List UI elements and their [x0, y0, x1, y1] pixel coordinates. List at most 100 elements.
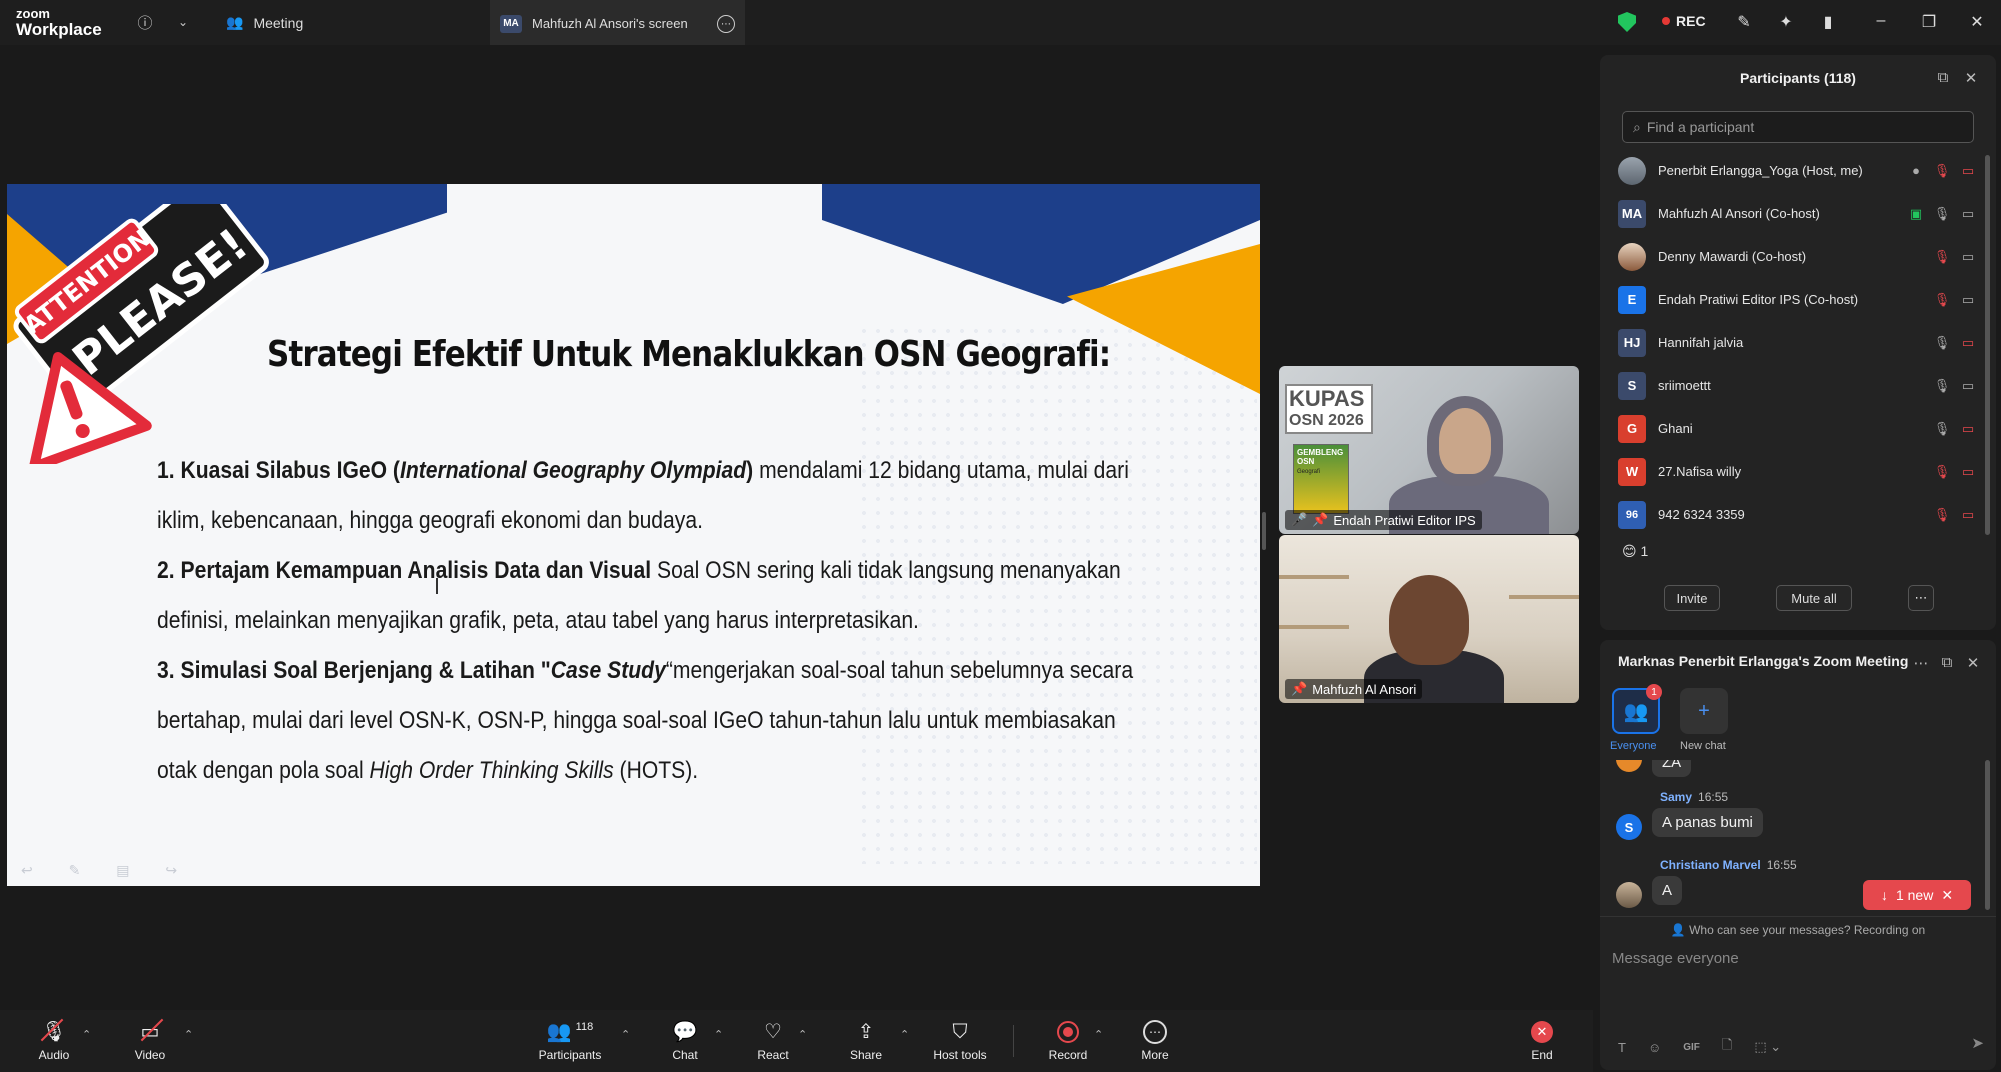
close-icon[interactable]: ✕	[1967, 12, 1987, 32]
video-off-icon[interactable]: ▭	[1958, 421, 1978, 437]
slide-nav-controls[interactable]: ↩ ✎ ▤ ↪	[21, 862, 193, 879]
participant-row[interactable]: G Ghani 🎙 ▭	[1618, 407, 1978, 450]
more-button[interactable]: ⋯ More	[1115, 1018, 1195, 1068]
participants-label: Participants	[538, 1048, 602, 1062]
participant-row[interactable]: E Endah Pratiwi Editor IPS (Co-host) 🎙 ▭	[1618, 278, 1978, 321]
tab-shared-screen[interactable]: MA Mahfuzh Al Ansori's screen ⋯	[490, 0, 745, 45]
end-icon: ✕	[1531, 1021, 1553, 1043]
react-button[interactable]: ♡ React	[733, 1018, 813, 1068]
video-tile-mahfuzh[interactable]: 📌 Mahfuzh Al Ansori	[1279, 535, 1579, 703]
split-resize-handle[interactable]	[1262, 512, 1266, 550]
smile-emoji-icon: 😊	[1622, 543, 1637, 559]
annotate-pen-icon[interactable]: ✎	[1734, 12, 1754, 32]
video-name: Mahfuzh Al Ansori	[1312, 681, 1417, 697]
tab-meeting-label: Meeting	[253, 14, 304, 31]
ai-companion-icon[interactable]: ✦	[1776, 12, 1796, 32]
screenshot-icon[interactable]: ⬚ ⌄	[1754, 1039, 1781, 1055]
participants-options-caret[interactable]: ⌃	[621, 1028, 630, 1041]
new-messages-pill[interactable]: ↓ 1 new ✕	[1863, 880, 1971, 910]
video-tile-endah[interactable]: KUPAS OSN 2026 GEMBLENG OSN Geografi 🎤 📌 En…	[1279, 366, 1579, 534]
video-off-icon[interactable]: ▭	[1958, 464, 1978, 480]
more-options-icon[interactable]: ⋯	[717, 15, 735, 33]
participant-row[interactable]: Penerbit Erlangga_Yoga (Host, me) ● 🎙 ▭	[1618, 149, 1978, 192]
shelf-decor	[1279, 625, 1349, 629]
view-layout-icon[interactable]: ▮	[1818, 12, 1838, 32]
share-button[interactable]: ⇪ Share	[826, 1018, 906, 1068]
mic-icon[interactable]: 🎙	[1932, 421, 1952, 437]
kupas-osn-banner: KUPAS OSN 2026	[1285, 384, 1373, 434]
video-icon[interactable]: ▭	[1958, 206, 1978, 222]
chat-privacy-notice[interactable]: 👤 Who can see your messages? Recording o…	[1600, 916, 1996, 937]
chat-scrollbar[interactable]	[1985, 760, 1990, 910]
react-options-caret[interactable]: ⌃	[798, 1028, 807, 1041]
record-button[interactable]: Record	[1028, 1018, 1108, 1068]
participant-row[interactable]: 96 942 6324 3359 🎙 ▭	[1618, 493, 1978, 536]
host-tools-button[interactable]: ⛉ Host tools	[919, 1018, 1001, 1068]
item-1-bold: Kuasai Silabus IGeO (	[180, 457, 400, 484]
audio-options-caret[interactable]: ⌃	[82, 1028, 91, 1041]
video-button[interactable]: ▭ Video	[110, 1018, 190, 1068]
mic-icon[interactable]: 🎙	[1932, 378, 1952, 394]
mic-muted-icon[interactable]: 🎙	[1932, 292, 1952, 308]
participant-row[interactable]: MA Mahfuzh Al Ansori (Co-host) ▣ 🎙 ▭	[1618, 192, 1978, 235]
chat-button[interactable]: 💬 Chat	[645, 1018, 725, 1068]
tab-new-chat[interactable]: +	[1680, 688, 1728, 734]
share-label: Share	[849, 1048, 883, 1062]
video-options-caret[interactable]: ⌃	[184, 1028, 193, 1041]
video-icon[interactable]: ▭	[1958, 378, 1978, 394]
mic-icon[interactable]: 🎙	[1932, 335, 1952, 351]
participant-row[interactable]: S sriimoettt 🎙 ▭	[1618, 364, 1978, 407]
video-off-icon[interactable]: ▭	[1958, 507, 1978, 523]
file-icon[interactable]: 🗋	[1722, 1036, 1732, 1058]
invite-button[interactable]: Invite	[1664, 585, 1720, 611]
participant-row[interactable]: HJ Hannifah jalvia 🎙 ▭	[1618, 321, 1978, 364]
mic-muted-icon[interactable]: 🎙	[1932, 249, 1952, 265]
mic-icon[interactable]: 🎙	[1932, 206, 1952, 222]
chat-options-caret[interactable]: ⌃	[714, 1028, 723, 1041]
message-time: 16:55	[1698, 790, 1729, 804]
chat-panel: Marknas Penerbit Erlangga's Zoom Meeting…	[1600, 640, 1996, 1070]
participant-row[interactable]: Denny Mawardi (Co-host) 🎙 ▭	[1618, 235, 1978, 278]
pop-out-icon[interactable]: ⧉	[1934, 69, 1952, 86]
share-options-caret[interactable]: ⌃	[900, 1028, 909, 1041]
participants-scrollbar[interactable]	[1985, 155, 1990, 535]
send-icon[interactable]: ➤	[1971, 1034, 1984, 1052]
minimize-icon[interactable]: –	[1871, 12, 1891, 30]
book-subtitle: Geografi	[1297, 469, 1321, 475]
info-icon[interactable]: ⓘ	[133, 10, 157, 34]
pop-out-icon[interactable]: ⧉	[1938, 654, 1956, 671]
tab-meeting[interactable]: 👥 Meeting	[226, 0, 476, 45]
record-options-caret[interactable]: ⌃	[1094, 1028, 1103, 1041]
encryption-shield-icon[interactable]	[1618, 12, 1636, 32]
participants-button[interactable]: 👥 118 Participants	[530, 1018, 610, 1068]
recording-indicator[interactable]: REC	[1662, 13, 1706, 29]
more-options-icon[interactable]: ⋯	[1912, 654, 1930, 672]
mic-muted-icon[interactable]: 🎙	[1932, 163, 1952, 179]
video-off-icon[interactable]: ▭	[1958, 163, 1978, 179]
video-icon[interactable]: ▭	[1958, 292, 1978, 308]
close-icon[interactable]: ✕	[1964, 654, 1982, 672]
participant-name: Hannifah jalvia	[1658, 335, 1744, 350]
gif-button[interactable]: GIF	[1683, 1042, 1700, 1053]
chevron-down-icon[interactable]: ⌄	[171, 10, 195, 34]
search-input[interactable]: ⌕ Find a participant	[1622, 111, 1974, 143]
participant-row[interactable]: W 27.Nafisa willy 🎙 ▭	[1618, 450, 1978, 493]
mic-muted-icon[interactable]: 🎙	[1932, 464, 1952, 480]
audio-button[interactable]: 🎙 Audio	[14, 1018, 94, 1068]
mute-all-button[interactable]: Mute all	[1776, 585, 1852, 611]
format-text-icon[interactable]: T	[1618, 1040, 1626, 1055]
close-icon[interactable]: ✕	[1941, 887, 1953, 904]
close-icon[interactable]: ✕	[1962, 69, 1980, 87]
message-input[interactable]: Message everyone	[1612, 950, 1739, 967]
restore-icon[interactable]: ❐	[1919, 12, 1939, 32]
mic-muted-icon[interactable]: 🎙	[1932, 507, 1952, 523]
end-label: End	[1531, 1048, 1553, 1062]
end-meeting-button[interactable]: ✕ End	[1502, 1018, 1582, 1068]
reaction-counter[interactable]: 😊 1	[1622, 543, 1648, 560]
more-options-button[interactable]: ⋯	[1908, 585, 1934, 611]
participant-name: Mahfuzh Al Ansori (Co-host)	[1658, 206, 1820, 221]
video-icon[interactable]: ▭	[1958, 249, 1978, 265]
shared-slide[interactable]: ATTENTION PLEASE! Strategi Efektif Untuk…	[7, 184, 1260, 886]
emoji-icon[interactable]: ☺	[1648, 1040, 1661, 1055]
video-off-icon[interactable]: ▭	[1958, 335, 1978, 351]
